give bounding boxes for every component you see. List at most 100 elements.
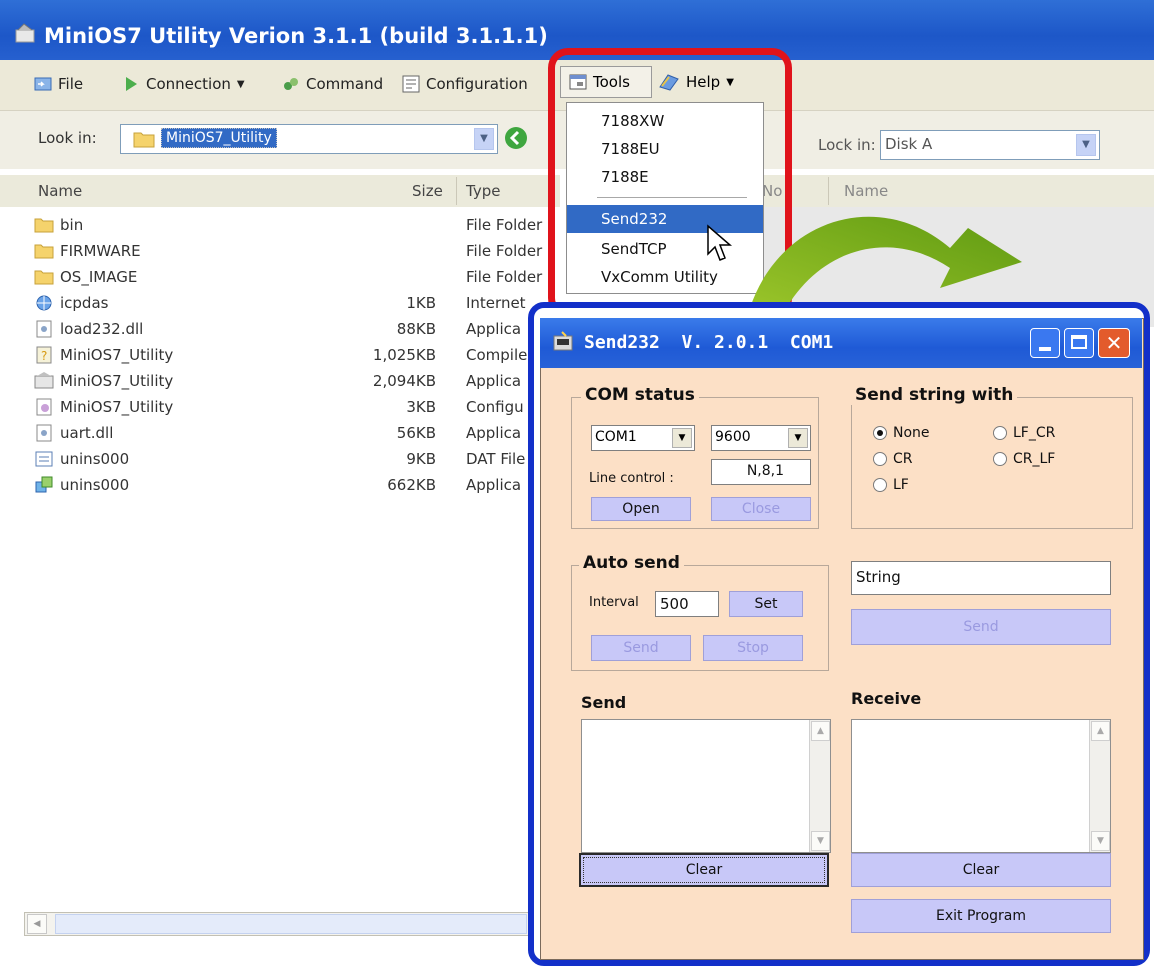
column-type[interactable]: Type <box>466 182 500 200</box>
file-type: File Folder <box>466 216 543 234</box>
folder-icon <box>34 244 54 259</box>
clear-send-button[interactable]: Clear <box>579 853 829 887</box>
file-name: FIRMWARE <box>60 242 141 260</box>
file-name: MiniOS7_Utility <box>60 372 174 390</box>
radio-lf-label: LF <box>893 477 909 493</box>
receive-textarea[interactable]: ▲ ▼ <box>851 719 1111 853</box>
file-size: 1,025KB <box>372 346 436 364</box>
file-row[interactable]: FIRMWARE File Folder <box>0 239 560 265</box>
file-row[interactable]: ? MiniOS7_Utility 1,025KB Compile <box>0 343 560 369</box>
close-button[interactable]: Close <box>711 497 811 521</box>
baud-rate-select[interactable]: 9600 ▼ <box>711 425 811 451</box>
file-name: unins000 <box>60 476 130 494</box>
set-button[interactable]: Set <box>729 591 803 617</box>
back-icon[interactable] <box>504 126 528 150</box>
file-type: Applica <box>466 372 522 390</box>
minimize-button[interactable] <box>1030 328 1060 358</box>
internet-shortcut-icon <box>36 295 52 311</box>
maximize-button[interactable] <box>1064 328 1094 358</box>
file-row[interactable]: uart.dll 56KB Applica <box>0 421 560 447</box>
file-row[interactable]: MiniOS7_Utility 2,094KB Applica <box>0 369 560 395</box>
right-look-in-combo[interactable]: Disk A ▼ <box>880 130 1100 160</box>
send-scrollbar[interactable]: ▲ ▼ <box>809 720 830 852</box>
radio-cr-label: CR <box>893 451 913 467</box>
file-row[interactable]: load232.dll 88KB Applica <box>0 317 560 343</box>
file-row[interactable]: unins000 9KB DAT File <box>0 447 560 473</box>
file-name: bin <box>60 216 84 234</box>
string-input[interactable]: String <box>851 561 1111 595</box>
radio-cr-lf[interactable]: CR_LF <box>993 451 1055 467</box>
app-icon <box>15 23 35 43</box>
column-name[interactable]: Name <box>38 182 82 200</box>
window-title: MiniOS7 Utility Verion 3.1.1 (build 3.1.… <box>44 24 548 48</box>
close-window-button[interactable]: ✕ <box>1098 328 1130 358</box>
radio-dot <box>873 478 887 492</box>
installer-icon <box>35 476 53 493</box>
com-port-value: COM1 <box>595 429 637 445</box>
exit-program-button[interactable]: Exit Program <box>851 899 1111 933</box>
receive-scrollbar[interactable]: ▲ ▼ <box>1089 720 1110 852</box>
configuration-menu[interactable]: Configuration <box>402 73 528 95</box>
interval-field[interactable]: 500 <box>655 591 719 617</box>
radio-none[interactable]: None <box>873 425 930 441</box>
file-type: DAT File <box>466 450 526 468</box>
file-menu[interactable]: File <box>34 73 83 95</box>
file-type: File Folder <box>466 242 543 260</box>
file-size: 56KB <box>396 424 436 442</box>
play-icon <box>126 77 137 91</box>
com-status-label: COM status <box>581 385 699 405</box>
send-textarea[interactable]: ▲ ▼ <box>581 719 831 853</box>
connection-menu[interactable]: Connection ▼ <box>122 73 245 95</box>
radio-cr[interactable]: CR <box>873 451 913 467</box>
file-type: Applica <box>466 476 522 494</box>
send-string-button[interactable]: Send <box>851 609 1111 645</box>
file-name: OS_IMAGE <box>60 268 138 286</box>
horizontal-scrollbar[interactable]: ◀ <box>24 912 546 936</box>
column-size[interactable]: Size <box>412 182 443 200</box>
chevron-down-icon[interactable]: ▼ <box>474 128 494 150</box>
file-row[interactable]: MiniOS7_Utility 3KB Configu <box>0 395 560 421</box>
file-type: Internet <box>466 294 526 312</box>
scroll-down-icon[interactable]: ▼ <box>811 831 830 851</box>
line-control-field[interactable]: N,8,1 <box>711 459 811 485</box>
scroll-up-icon[interactable]: ▲ <box>811 721 830 741</box>
svg-text:?: ? <box>41 349 47 363</box>
file-icon <box>34 77 52 91</box>
file-name: MiniOS7_Utility <box>60 398 174 416</box>
clear-receive-button[interactable]: Clear <box>851 853 1111 887</box>
receive-area-label: Receive <box>851 689 922 708</box>
chevron-down-icon[interactable]: ▼ <box>1076 134 1096 156</box>
look-in-combo[interactable]: MiniOS7_Utility ▼ <box>120 124 498 154</box>
maximize-icon <box>1071 335 1087 349</box>
line-control-label: Line control : <box>589 471 674 486</box>
file-list: bin File Folder FIRMWARE File Folder OS_IMAG… <box>0 207 560 907</box>
file-row[interactable]: bin File Folder <box>0 213 560 239</box>
stop-button[interactable]: Stop <box>703 635 803 661</box>
file-row[interactable]: unins000 662KB Applica <box>0 473 560 499</box>
open-button[interactable]: Open <box>591 497 691 521</box>
dat-icon <box>35 451 53 467</box>
file-size: 9KB <box>406 450 436 468</box>
chevron-down-icon[interactable]: ▼ <box>788 428 808 448</box>
radio-lf[interactable]: LF <box>873 477 909 493</box>
scroll-down-icon[interactable]: ▼ <box>1091 831 1110 851</box>
radio-lf-cr[interactable]: LF_CR <box>993 425 1055 441</box>
command-menu[interactable]: Command <box>282 73 383 95</box>
chevron-down-icon[interactable]: ▼ <box>672 428 692 448</box>
com-port-select[interactable]: COM1 ▼ <box>591 425 695 451</box>
mouse-cursor-icon <box>707 224 733 261</box>
radio-dot <box>873 452 887 466</box>
file-row[interactable]: OS_IMAGE File Folder <box>0 265 560 291</box>
look-in-value: MiniOS7_Utility <box>161 128 277 148</box>
scroll-left-icon[interactable]: ◀ <box>27 914 47 934</box>
file-row[interactable]: icpdas 1KB Internet <box>0 291 560 317</box>
scroll-thumb[interactable] <box>55 914 527 934</box>
right-look-in-value: Disk A <box>885 135 933 153</box>
file-size: 2,094KB <box>372 372 436 390</box>
folder-icon <box>34 270 54 285</box>
scroll-up-icon[interactable]: ▲ <box>1091 721 1110 741</box>
look-in-label: Look in: <box>38 129 97 147</box>
help-file-icon: ? <box>36 346 52 364</box>
column-divider <box>456 177 457 205</box>
auto-send-button[interactable]: Send <box>591 635 691 661</box>
